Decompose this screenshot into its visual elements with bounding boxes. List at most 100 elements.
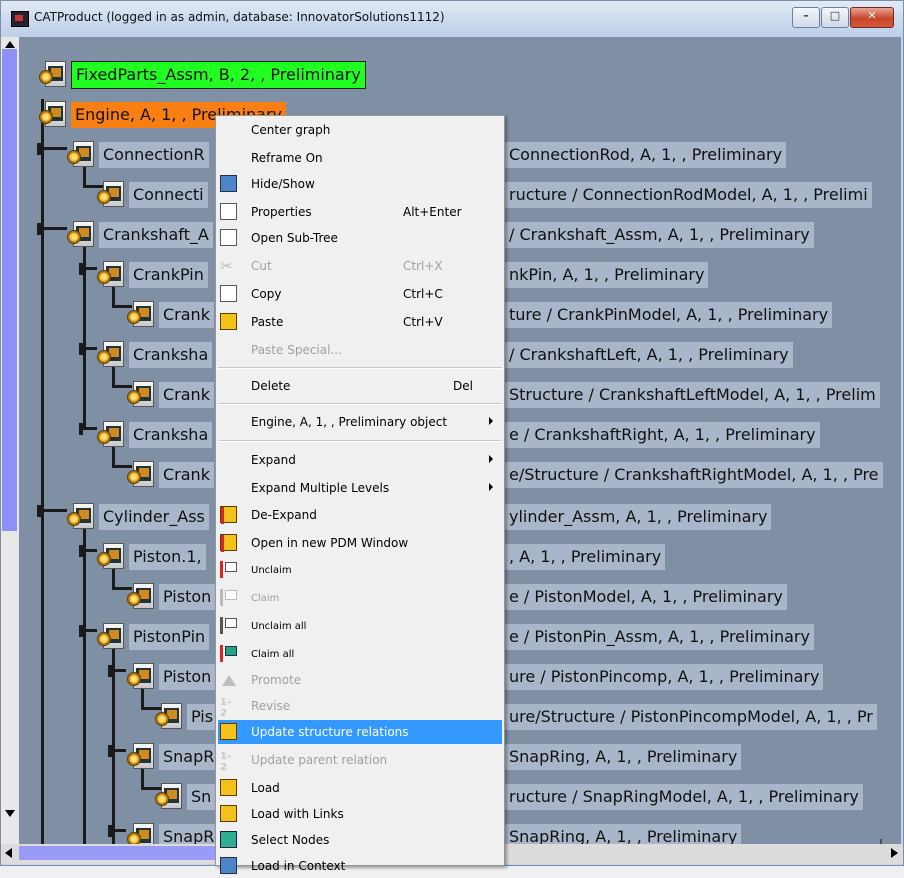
- tree-node-label[interactable]: ructure / ConnectionRodModel, A, 1, , Pr…: [505, 182, 872, 208]
- tree-node-label-tail[interactable]: / CrankshaftLeft, A, 1, , Preliminary: [503, 341, 793, 369]
- tree-node-label[interactable]: ture / CrankPinModel, A, 1, , Preliminar…: [505, 302, 833, 328]
- tree-node-label[interactable]: Sn: [187, 784, 216, 810]
- tree-node-label[interactable]: Crank: [159, 302, 214, 328]
- tree-node-label[interactable]: ure / PistonPincomp, A, 1, , Preliminary: [505, 664, 824, 690]
- menu-item-revise[interactable]: 1-2 Revise: [218, 694, 502, 719]
- menu-item-paste-special[interactable]: Paste Special...: [218, 338, 502, 362]
- tree-node-label-tail[interactable]: ure/Structure / PistonPincompModel, A, 1…: [503, 703, 877, 731]
- tree-node-label-tail[interactable]: ture / CrankPinModel, A, 1, , Preliminar…: [503, 301, 833, 329]
- menu-item-open-sub-tree[interactable]: Open Sub-Tree: [218, 226, 502, 250]
- tree-node[interactable]: Piston: [127, 583, 216, 611]
- tree-node-label[interactable]: Connecti: [129, 182, 208, 208]
- tree-node-label[interactable]: Cranksha: [129, 422, 213, 448]
- menu-item-expand[interactable]: Expand: [218, 448, 502, 472]
- tree-node-label[interactable]: Crank: [159, 382, 214, 408]
- tree-node-label[interactable]: e / PistonPin_Assm, A, 1, , Preliminary: [505, 624, 814, 650]
- tree-node[interactable]: Pis: [155, 703, 218, 731]
- tree-node-label[interactable]: SnapR: [159, 744, 219, 770]
- tree-node-label[interactable]: Pis: [187, 704, 218, 730]
- tree-node[interactable]: Cylinder_Ass: [67, 503, 209, 531]
- tree-node-label[interactable]: SnapRing, A, 1, , Preliminary: [505, 744, 742, 770]
- tree-node-label-tail[interactable]: ructure / SnapRingModel, A, 1, , Prelimi…: [503, 783, 863, 811]
- menu-item-claim[interactable]: Claim: [218, 586, 502, 610]
- scroll-left-icon[interactable]: [5, 848, 12, 858]
- tree-node-label[interactable]: ConnectionRod, A, 1, , Preliminary: [505, 142, 787, 168]
- tree-node-label[interactable]: Piston.1,: [129, 544, 206, 570]
- tree-node-label-tail[interactable]: SnapRing, A, 1, , Preliminary: [503, 743, 742, 771]
- tree-node[interactable]: Cranksha: [97, 421, 213, 449]
- tree-node-label[interactable]: Cylinder_Ass: [99, 504, 209, 530]
- tree-node[interactable]: Crank: [127, 461, 214, 489]
- tree-node-label[interactable]: / CrankshaftLeft, A, 1, , Preliminary: [505, 342, 793, 368]
- tree-node-label[interactable]: e / CrankshaftRight, A, 1, , Preliminary: [505, 422, 820, 448]
- scroll-up-icon[interactable]: [5, 41, 15, 48]
- tree-node-label-tail[interactable]: ConnectionRod, A, 1, , Preliminary: [503, 141, 787, 169]
- close-button[interactable]: ✕: [850, 7, 894, 28]
- tree-node-label[interactable]: e / PistonModel, A, 1, , Preliminary: [505, 584, 787, 610]
- maximize-button[interactable]: □: [821, 7, 849, 28]
- tree-node-label[interactable]: PistonPin: [129, 624, 210, 650]
- menu-item-promote[interactable]: Promote: [218, 668, 502, 692]
- menu-item-reframe-on[interactable]: Reframe On: [218, 146, 502, 170]
- menu-item-open-pdm-window[interactable]: Open in new PDM Window: [218, 531, 502, 555]
- tree-node[interactable]: Cranksha: [97, 341, 213, 369]
- tree-node-label[interactable]: ylinder_Assm, A, 1, , Preliminary: [505, 504, 772, 530]
- menu-item-copy[interactable]: Copy Ctrl+C: [218, 282, 502, 306]
- scroll-right-icon[interactable]: [891, 848, 898, 858]
- menu-item-load-in-context[interactable]: Load in Context: [218, 854, 502, 878]
- title-bar[interactable]: CATProduct (logged in as admin, database…: [1, 1, 903, 37]
- tree-node-label-tail[interactable]: e / PistonModel, A, 1, , Preliminary: [503, 583, 787, 611]
- tree-node-label[interactable]: Piston: [159, 584, 216, 610]
- tree-node-label[interactable]: FixedParts_Assm, B, 2, , Preliminary: [71, 61, 366, 89]
- menu-item-center-graph[interactable]: Center graph: [218, 118, 502, 142]
- tree-node-label[interactable]: ure/Structure / PistonPincompModel, A, 1…: [505, 704, 877, 730]
- tree-node[interactable]: PistonPin: [97, 623, 210, 651]
- tree-node-label[interactable]: e/Structure / CrankshaftRightModel, A, 1…: [505, 462, 883, 488]
- vertical-scroll-thumb[interactable]: [2, 49, 17, 531]
- tree-node-label[interactable]: , A, 1, , Preliminary: [505, 544, 666, 570]
- tree-node-label-tail[interactable]: ylinder_Assm, A, 1, , Preliminary: [503, 503, 772, 531]
- minimize-button[interactable]: –: [792, 7, 820, 28]
- menu-item-paste[interactable]: Paste Ctrl+V: [218, 310, 502, 334]
- menu-item-de-expand[interactable]: De-Expand: [218, 503, 502, 527]
- menu-item-unclaim[interactable]: Unclaim: [218, 558, 502, 582]
- tree-node-label[interactable]: / Crankshaft_Assm, A, 1, , Preliminary: [505, 222, 814, 248]
- menu-item-load-with-links[interactable]: Load with Links: [218, 802, 502, 826]
- tree-node-label[interactable]: Cranksha: [129, 342, 213, 368]
- tree-node[interactable]: FixedParts_Assm, B, 2, , Preliminary: [39, 61, 366, 89]
- tree-node-label[interactable]: CrankPin: [129, 262, 208, 288]
- menu-item-claim-all[interactable]: Claim all: [218, 642, 502, 666]
- tree-node-label-tail[interactable]: e / PistonPin_Assm, A, 1, , Preliminary: [503, 623, 814, 651]
- tree-node-label-tail[interactable]: Structure / CrankshaftLeftModel, A, 1, ,…: [503, 381, 880, 409]
- menu-item-unclaim-all[interactable]: Unclaim all: [218, 614, 502, 638]
- tree-node-label[interactable]: nkPin, A, 1, , Preliminary: [505, 262, 709, 288]
- tree-node-label-tail[interactable]: ure / PistonPincomp, A, 1, , Preliminary: [503, 663, 824, 691]
- tree-node-label-tail[interactable]: e / CrankshaftRight, A, 1, , Preliminary: [503, 421, 820, 449]
- menu-item-cut[interactable]: ✂ Cut Ctrl+X: [218, 254, 502, 278]
- tree-node-label-tail[interactable]: / Crankshaft_Assm, A, 1, , Preliminary: [503, 221, 814, 249]
- tree-node-label[interactable]: Crank: [159, 462, 214, 488]
- menu-item-update-structure-relations[interactable]: Update structure relations: [218, 720, 502, 744]
- tree-node[interactable]: Piston: [127, 663, 216, 691]
- menu-item-load[interactable]: Load: [218, 776, 502, 800]
- tree-node[interactable]: ConnectionR: [67, 141, 209, 169]
- tree-node-label[interactable]: ructure / SnapRingModel, A, 1, , Prelimi…: [505, 784, 863, 810]
- tree-node-label[interactable]: Piston: [159, 664, 216, 690]
- tree-node[interactable]: Sn: [155, 783, 216, 811]
- menu-item-delete[interactable]: Delete Del: [218, 374, 502, 398]
- tree-node[interactable]: SnapR: [127, 743, 219, 771]
- vertical-scrollbar[interactable]: [1, 37, 19, 844]
- menu-item-properties[interactable]: Properties Alt+Enter: [218, 200, 502, 224]
- tree-node-label[interactable]: SnapR: [159, 824, 219, 844]
- tree-node-label-tail[interactable]: , A, 1, , Preliminary: [503, 543, 666, 571]
- tree-node[interactable]: Connecti: [97, 181, 208, 209]
- tree-node[interactable]: Crankshaft_A: [67, 221, 213, 249]
- tree-node[interactable]: SnapR: [127, 823, 219, 844]
- tree-node-label-tail[interactable]: e/Structure / CrankshaftRightModel, A, 1…: [503, 461, 883, 489]
- menu-item-hide-show[interactable]: Hide/Show: [218, 172, 502, 196]
- tree-node-label[interactable]: Structure / CrankshaftLeftModel, A, 1, ,…: [505, 382, 880, 408]
- menu-item-update-parent-relation[interactable]: 1-2 Update parent relation: [218, 748, 502, 773]
- tree-node-label[interactable]: ConnectionR: [99, 142, 209, 168]
- tree-node[interactable]: Crank: [127, 301, 214, 329]
- tree-node-label[interactable]: Crankshaft_A: [99, 222, 213, 248]
